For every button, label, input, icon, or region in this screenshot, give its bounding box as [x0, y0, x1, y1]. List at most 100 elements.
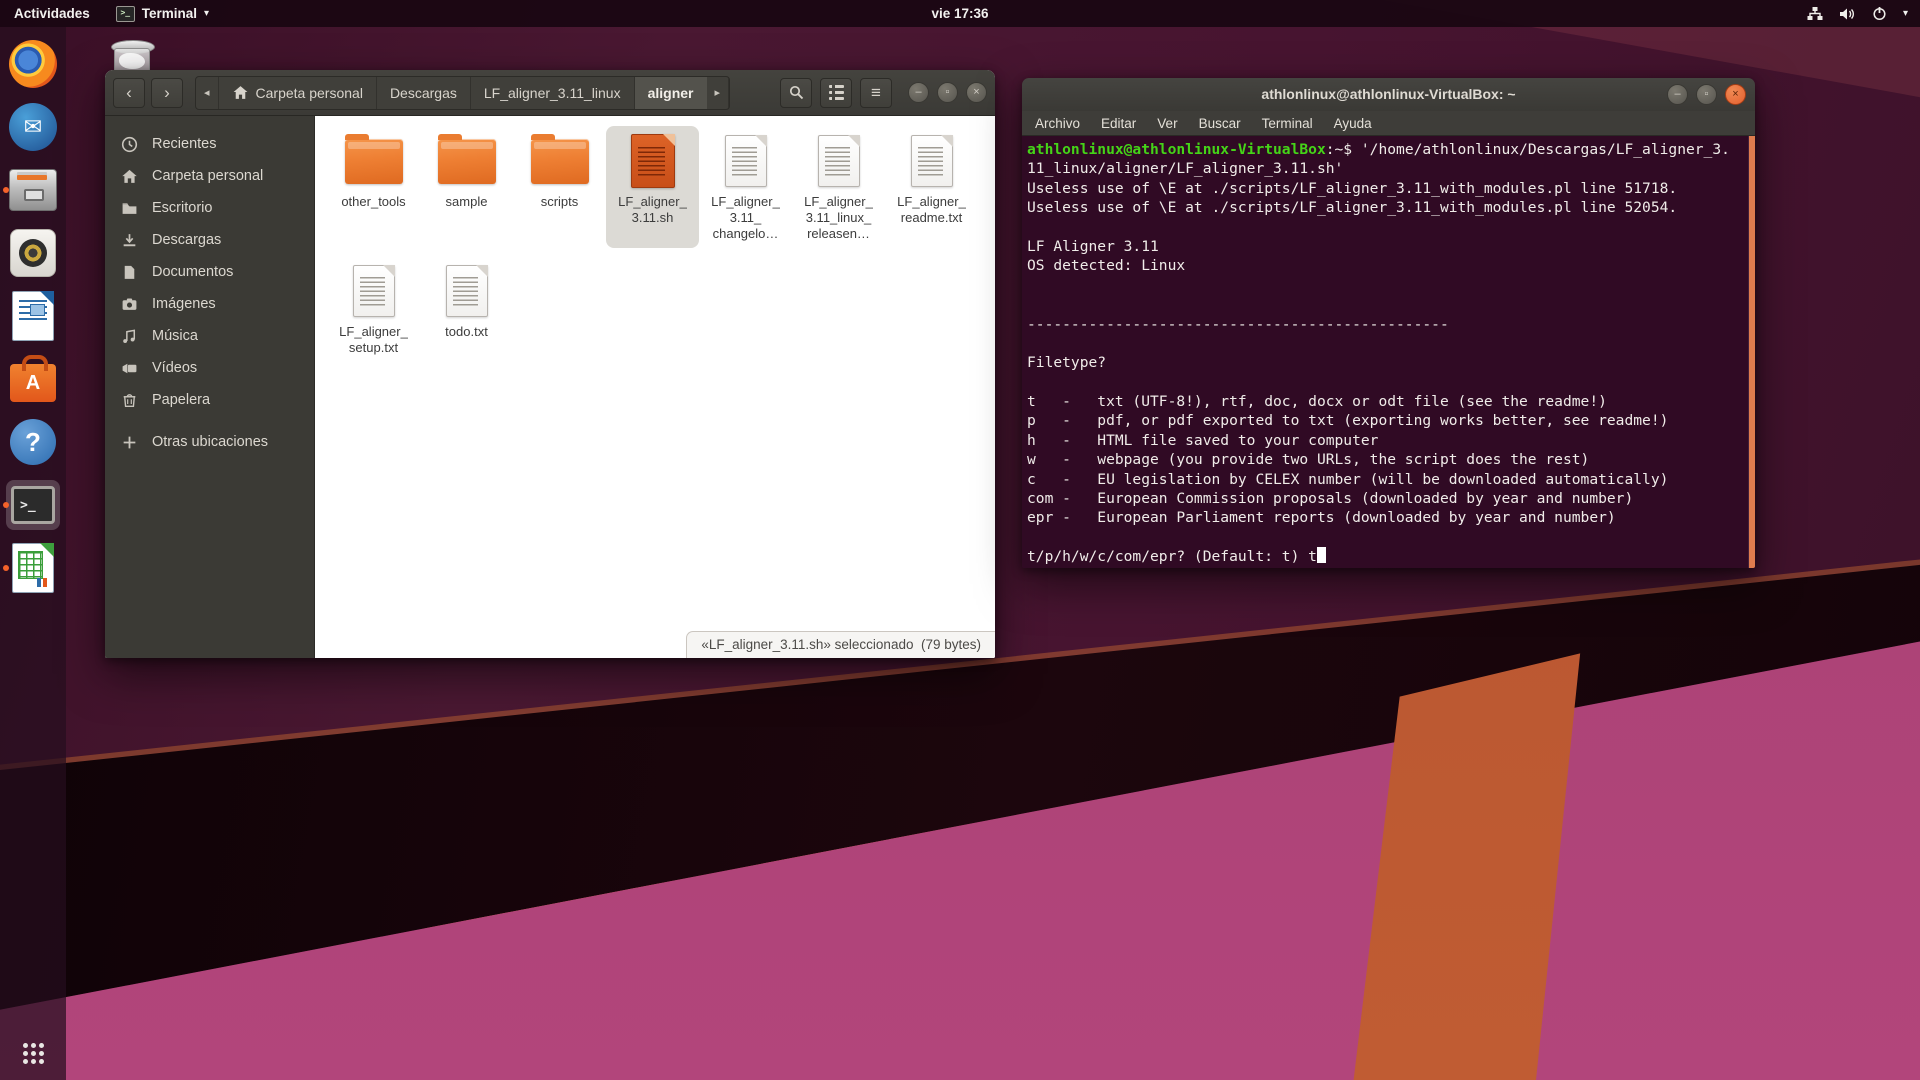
sidebar-label: Recientes	[152, 136, 216, 152]
terminal-titlebar[interactable]: athlonlinux@athlonlinux-VirtualBox: ~ – …	[1022, 78, 1755, 112]
file-item-readme[interactable]: LF_aligner_ readme.txt	[885, 126, 978, 248]
libreoffice-calc-icon	[12, 543, 54, 593]
dock-item-software[interactable]: A	[6, 354, 60, 404]
terminal-prompt-line: athlonlinux@athlonlinux-VirtualBox:~$ '/…	[1027, 140, 1755, 159]
dock-item-firefox[interactable]	[6, 39, 60, 89]
terminal-line: h - HTML file saved to your computer	[1027, 431, 1755, 450]
activities-button[interactable]: Actividades	[14, 6, 90, 21]
file-item-changelog[interactable]: LF_aligner_ 3.11_ changelo…	[699, 126, 792, 248]
view-toggle-button[interactable]	[820, 78, 852, 108]
text-file-icon	[353, 265, 395, 317]
dock-item-help[interactable]: ?	[6, 417, 60, 467]
dock-item-rhythmbox[interactable]	[6, 228, 60, 278]
sidebar-item-carpeta-personal[interactable]: Carpeta personal	[105, 160, 314, 192]
trash-paper	[119, 53, 145, 69]
menu-archivo[interactable]: Archivo	[1035, 116, 1080, 131]
chevron-down-icon: ▾	[204, 8, 209, 19]
scrollbar-thumb[interactable]	[1749, 136, 1755, 568]
firefox-icon	[9, 40, 57, 88]
forward-button[interactable]: ›	[151, 78, 183, 108]
path-label: Carpeta personal	[256, 85, 363, 101]
file-item-lf-aligner-sh-selected[interactable]: LF_aligner_ 3.11.sh	[606, 126, 699, 248]
home-icon	[121, 168, 138, 185]
sidebar-label: Papelera	[152, 392, 210, 408]
terminal-line: c - EU legislation by CELEX number (will…	[1027, 470, 1755, 489]
sidebar-item-escritorio[interactable]: Escritorio	[105, 192, 314, 224]
dock-item-writer[interactable]	[6, 291, 60, 341]
file-item-other-tools[interactable]: other_tools	[327, 126, 420, 248]
terminal-menubar: Archivo Editar Ver Buscar Terminal Ayuda	[1022, 111, 1755, 136]
path-scroll-right[interactable]: ▸	[707, 77, 730, 109]
app-menu-button[interactable]: >_ Terminal ▾	[116, 6, 209, 22]
terminal-icon: >_	[11, 486, 55, 524]
dock-item-thunderbird[interactable]: ✉	[6, 102, 60, 152]
maximize-button[interactable]: ▫	[937, 82, 958, 103]
top-bar: Actividades >_ Terminal ▾ vie 17:36	[0, 0, 1920, 27]
path-label: Descargas	[390, 85, 457, 101]
terminal-scrollbar[interactable]	[1748, 136, 1755, 568]
sidebar-label: Otras ubicaciones	[152, 434, 268, 450]
sidebar-item-otras-ubicaciones[interactable]: Otras ubicaciones	[105, 426, 314, 458]
path-segment-aligner-current[interactable]: aligner	[635, 77, 707, 109]
desktop-icon	[121, 200, 138, 217]
file-item-releasenotes[interactable]: LF_aligner_ 3.11_linux_ releasen…	[792, 126, 885, 248]
sidebar-item-videos[interactable]: Vídeos	[105, 352, 314, 384]
chevron-down-icon: ▾	[1903, 8, 1908, 19]
terminal-line: Useless use of \E at ./scripts/LF_aligne…	[1027, 179, 1755, 198]
terminal-input-line: t/p/h/w/c/com/epr? (Default: t) t	[1027, 547, 1755, 566]
thunderbird-icon: ✉	[9, 103, 57, 151]
trash-icon	[121, 392, 138, 409]
desktop: Actividades >_ Terminal ▾ vie 17:36	[0, 0, 1920, 1080]
menu-terminal[interactable]: Terminal	[1262, 116, 1313, 131]
terminal-line: w - webpage (you provide two URLs, the s…	[1027, 450, 1755, 469]
text-file-icon	[818, 135, 860, 187]
show-applications-button[interactable]	[20, 1040, 46, 1066]
help-icon: ?	[10, 419, 56, 465]
file-item-setup[interactable]: LF_aligner_ setup.txt	[327, 256, 420, 362]
terminal-content[interactable]: athlonlinux@athlonlinux-VirtualBox:~$ '/…	[1022, 136, 1755, 568]
videos-icon	[121, 360, 138, 377]
folder-icon	[345, 139, 403, 184]
sidebar-item-descargas[interactable]: Descargas	[105, 224, 314, 256]
clock[interactable]: vie 17:36	[931, 6, 988, 21]
close-button[interactable]: ×	[966, 82, 987, 103]
sidebar-item-recientes[interactable]: Recientes	[105, 128, 314, 160]
file-label: LF_aligner_ 3.11.sh	[618, 194, 687, 226]
terminal-line	[1027, 528, 1755, 547]
menu-ver[interactable]: Ver	[1157, 116, 1177, 131]
sidebar-item-papelera[interactable]: Papelera	[105, 384, 314, 416]
close-button[interactable]: ×	[1725, 84, 1746, 105]
prompt-user: athlonlinux@athlonlinux-VirtualBox	[1027, 141, 1326, 158]
text-file-icon	[725, 135, 767, 187]
system-tray[interactable]: ▾	[1807, 6, 1920, 21]
menu-ayuda[interactable]: Ayuda	[1334, 116, 1372, 131]
minimize-button[interactable]: –	[908, 82, 929, 103]
maximize-button[interactable]: ▫	[1696, 84, 1717, 105]
file-item-sample[interactable]: sample	[420, 126, 513, 248]
file-label: LF_aligner_ readme.txt	[897, 194, 966, 226]
text-file-icon	[446, 265, 488, 317]
file-item-scripts[interactable]: scripts	[513, 126, 606, 248]
sidebar-item-musica[interactable]: Música	[105, 320, 314, 352]
dock-item-files[interactable]	[6, 165, 60, 215]
path-segment-home[interactable]: Carpeta personal	[219, 77, 377, 109]
path-scroll-left[interactable]: ◂	[196, 77, 219, 109]
path-segment-descargas[interactable]: Descargas	[377, 77, 471, 109]
dock-item-calc[interactable]	[6, 543, 60, 593]
file-item-todo[interactable]: todo.txt	[420, 256, 513, 362]
dock-item-terminal[interactable]: >_	[6, 480, 60, 530]
minimize-button[interactable]: –	[1667, 84, 1688, 105]
menu-editar[interactable]: Editar	[1101, 116, 1136, 131]
search-button[interactable]	[780, 78, 812, 108]
terminal-line	[1027, 334, 1755, 353]
back-button[interactable]: ‹	[113, 78, 145, 108]
sidebar-item-documentos[interactable]: Documentos	[105, 256, 314, 288]
music-icon	[121, 328, 138, 345]
file-label: scripts	[541, 194, 579, 210]
sidebar-item-imagenes[interactable]: Imágenes	[105, 288, 314, 320]
sidebar-label: Vídeos	[152, 360, 197, 376]
terminal-line: ----------------------------------------…	[1027, 315, 1755, 334]
menu-button[interactable]: ≡	[860, 78, 892, 108]
path-segment-lf-aligner[interactable]: LF_aligner_3.11_linux	[471, 77, 635, 109]
menu-buscar[interactable]: Buscar	[1199, 116, 1241, 131]
